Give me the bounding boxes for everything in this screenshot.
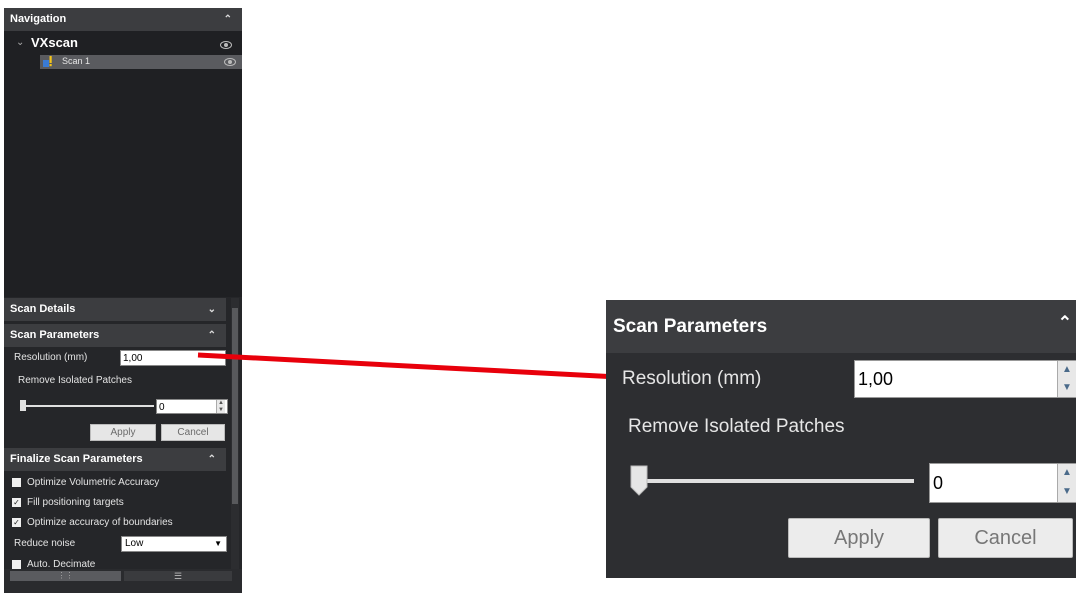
zoom-remove-patches-label: Remove Isolated Patches: [628, 416, 845, 437]
zoomed-scan-parameters: Scan Parameters ⌃ Resolution (mm) 1,00 ▲…: [606, 300, 1076, 578]
spin-down-icon[interactable]: ▼: [1058, 483, 1076, 502]
zoom-resolution-spinner[interactable]: ▲ ▼: [1057, 361, 1076, 397]
zoom-patches-value: 0: [933, 473, 944, 493]
zoom-apply-button[interactable]: Apply: [788, 518, 930, 558]
zoom-slider-handle[interactable]: [630, 465, 648, 497]
zoom-title: Scan Parameters: [613, 316, 768, 337]
zoom-cancel-button[interactable]: Cancel: [938, 518, 1073, 558]
spin-down-icon[interactable]: ▼: [1058, 379, 1076, 397]
zoom-patches-slider-track[interactable]: [632, 479, 914, 483]
spin-up-icon[interactable]: ▲: [1058, 361, 1076, 379]
zoom-resolution-value: 1,00: [858, 369, 894, 389]
spin-up-icon[interactable]: ▲: [1058, 464, 1076, 483]
zoom-scan-parameters-header[interactable]: Scan Parameters ⌃: [606, 300, 1076, 353]
zoom-resolution-label: Resolution (mm): [622, 368, 762, 389]
zoom-patches-spinner[interactable]: ▲ ▼: [1057, 464, 1076, 502]
chevron-up-icon[interactable]: ⌃: [1058, 313, 1072, 333]
zoom-patches-input[interactable]: 0: [929, 463, 1076, 503]
zoom-resolution-input[interactable]: 1,00: [854, 360, 1076, 398]
callout-line: [197, 352, 619, 380]
